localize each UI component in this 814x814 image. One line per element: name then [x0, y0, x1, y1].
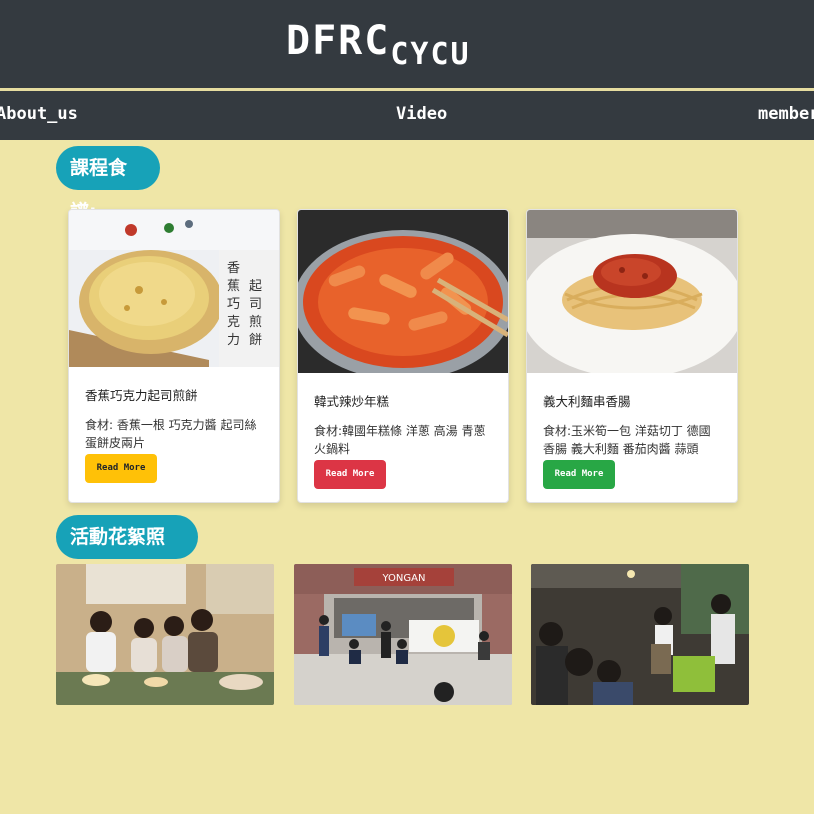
activity-photo: [531, 564, 749, 705]
recipe-title: 韓式辣炒年糕: [314, 394, 390, 409]
outdoor-group-photo: YONGAN: [294, 564, 512, 705]
nav-about-us[interactable]: About_us: [0, 104, 78, 124]
svg-text:香: 香: [227, 261, 240, 276]
svg-text:起: 起: [249, 279, 262, 294]
recipe-ingredients: 食材:玉米筍一包 洋菇切丁 德國香腸 義大利麵 番茄肉醬 蒜頭: [543, 424, 711, 456]
group-dinner-photo: [56, 564, 274, 705]
cooking-class-photo: [531, 564, 749, 705]
nav-video[interactable]: Video: [396, 104, 447, 124]
spaghetti-photo: [527, 210, 737, 378]
recipe-ingredients: 食材:韓國年糕條 洋蔥 高湯 青蔥 火鍋料: [314, 424, 486, 456]
svg-text:力: 力: [227, 333, 240, 348]
recipe-title: 香蕉巧克力起司煎餅: [85, 388, 198, 403]
nav-member[interactable]: member: [758, 104, 814, 124]
svg-text:蕉: 蕉: [227, 279, 240, 294]
recipes-heading: 課程食譜:: [56, 146, 160, 223]
cheese-pancake-photo: 香 蕉 巧 克 力 起 司 煎 餅: [69, 210, 279, 367]
recipe-title: 義大利麵串香腸: [543, 394, 631, 409]
logo-main: DFRC: [286, 18, 391, 64]
nav-bar: About_us Video member: [0, 91, 814, 140]
read-more-button[interactable]: Read More: [314, 460, 386, 489]
svg-text:司: 司: [249, 297, 262, 312]
site-logo[interactable]: DFRCCYCU: [286, 18, 471, 72]
recipe-card: 韓式辣炒年糕 食材:韓國年糕條 洋蔥 高湯 青蔥 火鍋料 Read More: [297, 209, 509, 503]
tteokbokki-photo: [298, 210, 508, 380]
read-more-button[interactable]: Read More: [543, 460, 615, 489]
yongan-sign: YONGAN: [382, 573, 426, 584]
svg-text:巧: 巧: [227, 297, 240, 312]
svg-text:餅: 餅: [249, 333, 262, 348]
site-header: DFRCCYCU: [0, 0, 814, 88]
logo-sub: CYCU: [390, 37, 471, 72]
read-more-button[interactable]: Read More: [85, 454, 157, 483]
recipe-ingredients: 食材: 香蕉一根 巧克力醬 起司絲 蛋餅皮兩片: [85, 418, 257, 450]
svg-text:煎: 煎: [249, 314, 262, 330]
recipe-card: 香 蕉 巧 克 力 起 司 煎 餅 香蕉巧克力起司煎餅 食材: 香蕉一根 巧克力…: [68, 209, 280, 503]
svg-text:克: 克: [227, 315, 240, 330]
recipe-card: 義大利麵串香腸 食材:玉米筍一包 洋菇切丁 德國香腸 義大利麵 番茄肉醬 蒜頭 …: [526, 209, 738, 503]
activity-photo: YONGAN: [294, 564, 512, 705]
activity-photo: [56, 564, 274, 705]
photos-heading: 活動花絮照片:: [56, 515, 198, 592]
